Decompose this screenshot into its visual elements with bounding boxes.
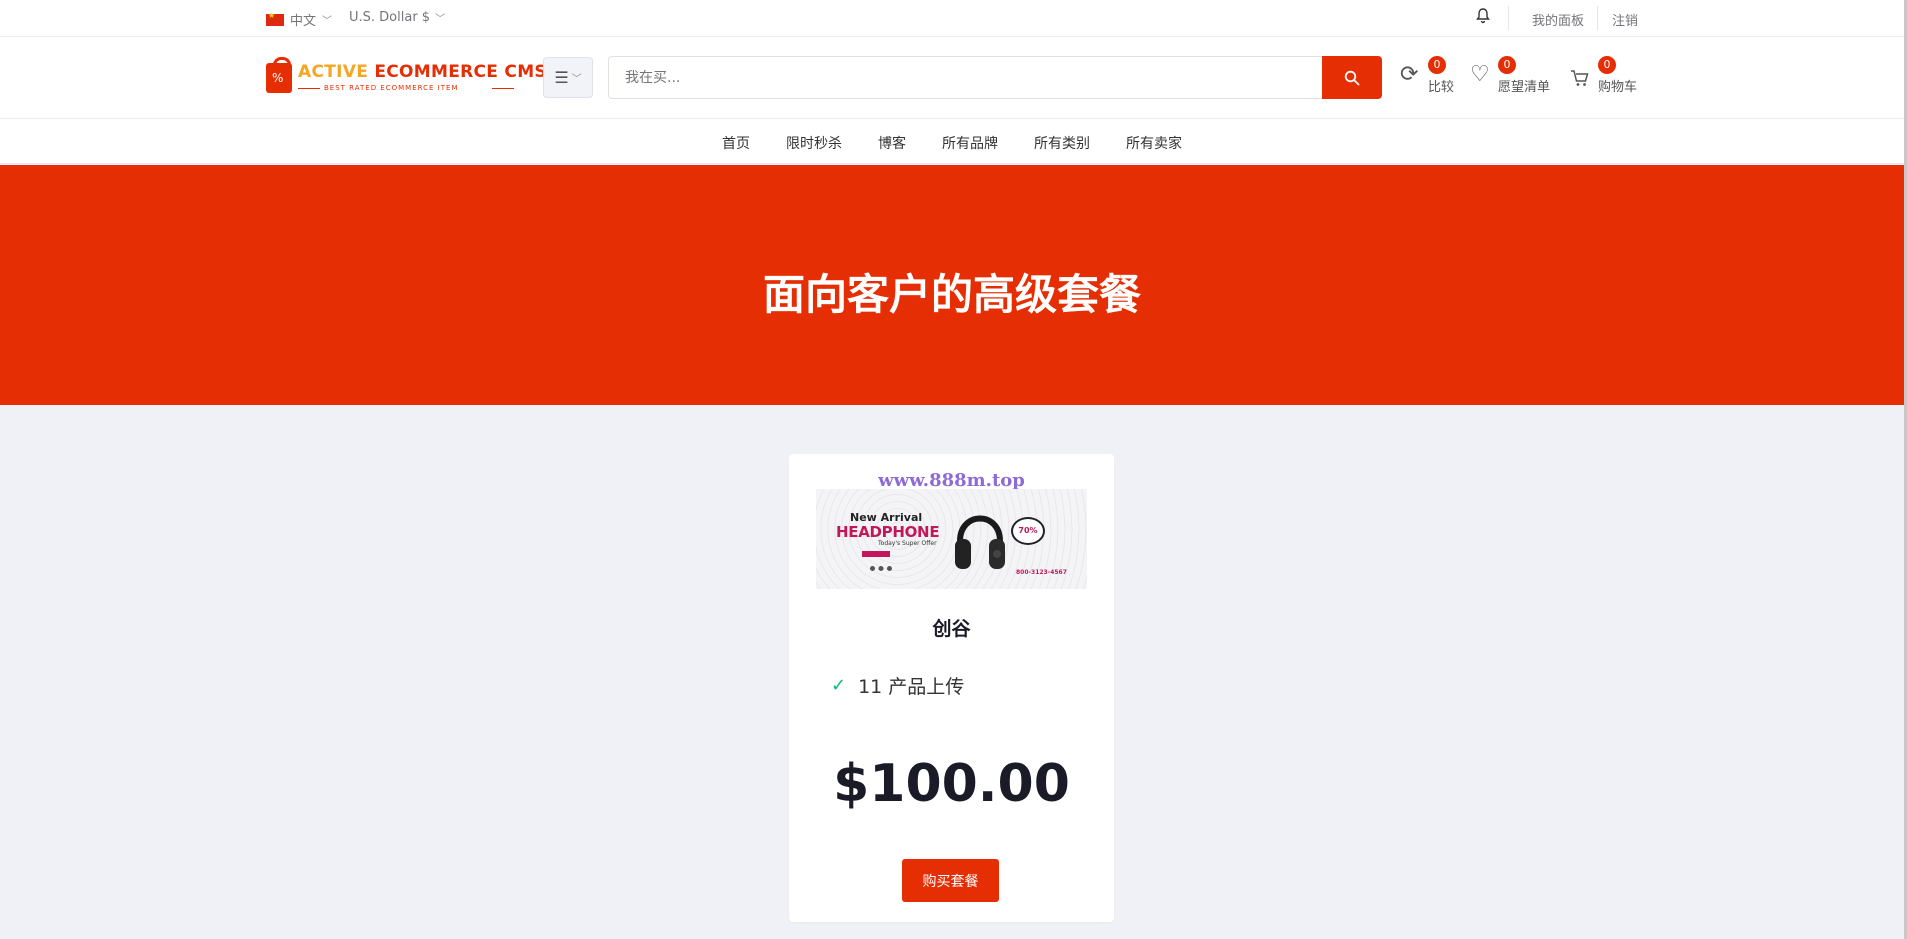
banner-phone: 800-3123-4567 [1016, 569, 1067, 576]
package-price: $100.00 [833, 754, 1070, 814]
page-title: 面向客户的高级套餐 [762, 270, 1141, 319]
hamburger-icon: ☰ [554, 68, 569, 87]
language-label: 中文 [290, 14, 317, 29]
banner-social-icons [870, 566, 892, 571]
chevron-down-icon: ﹀ [571, 74, 582, 85]
package-name: 创谷 [932, 618, 971, 640]
logo-rule [492, 88, 514, 89]
nav-item-all-brands[interactable]: 所有品牌 [942, 133, 998, 153]
main-header: % ACTIVE ECOMMERCE CMS BEST RATED ECOMME… [0, 37, 1904, 119]
nav-item-home[interactable]: 首页 [722, 133, 750, 153]
banner-discount: 70% [1011, 517, 1045, 545]
cart-label: 购物车 [1598, 80, 1638, 95]
heart-icon: ♡ [1470, 62, 1490, 87]
compare-count-badge: 0 [1428, 56, 1446, 74]
refresh-icon: ⟳ [1400, 62, 1419, 87]
package-card: www.888m.top New Arrival HEADPHONE Today… [789, 454, 1114, 922]
category-menu-button[interactable]: ☰ ﹀ [543, 57, 593, 98]
search-icon [1344, 70, 1360, 85]
banner-shop-button [862, 551, 890, 557]
language-selector[interactable]: 中文 ﹀ [266, 10, 332, 29]
logo-title: ACTIVE ECOMMERCE CMS [298, 62, 547, 82]
currency-label: U.S. Dollar $ [349, 10, 431, 25]
logo-tagline: BEST RATED ECOMMERCE ITEM [324, 84, 459, 92]
nav-item-blog[interactable]: 博客 [878, 133, 906, 153]
cart-icon [1570, 62, 1590, 94]
watermark-text: www.888m.top [878, 470, 1025, 491]
currency-selector[interactable]: U.S. Dollar $ ﹀ [349, 10, 445, 25]
check-icon: ✓ [831, 675, 847, 696]
logout-link[interactable]: 注销 [1612, 10, 1638, 29]
search-button[interactable] [1322, 56, 1382, 99]
banner-offer: Today's Super Offer [878, 540, 937, 547]
china-flag-icon [266, 11, 284, 26]
main-nav: 首页 限时秒杀 博客 所有品牌 所有类别 所有卖家 [0, 119, 1904, 164]
feature-text: 11 产品上传 [858, 676, 965, 698]
site-logo[interactable]: % ACTIVE ECOMMERCE CMS BEST RATED ECOMME… [266, 57, 547, 99]
headphone-icon [955, 515, 1005, 569]
package-image: New Arrival HEADPHONE Today's Super Offe… [816, 489, 1087, 589]
banner-headphone: HEADPHONE [836, 523, 940, 541]
wishlist-label: 愿望清单 [1498, 80, 1551, 95]
wishlist-count-badge: 0 [1498, 56, 1516, 74]
search-input[interactable] [608, 56, 1323, 99]
nav-item-all-categories[interactable]: 所有类别 [1034, 133, 1090, 153]
dashboard-link[interactable]: 我的面板 [1532, 10, 1584, 29]
cart-count-badge: 0 [1598, 56, 1616, 74]
top-bar: 中文 ﹀ U.S. Dollar $ ﹀ 我的面板 注销 [0, 0, 1904, 37]
divider [1508, 6, 1509, 30]
hero-banner: 面向客户的高级套餐 [0, 165, 1904, 405]
shopping-bag-icon: % [266, 57, 292, 93]
compare-label: 比较 [1428, 80, 1455, 95]
chevron-down-icon: ﹀ [322, 16, 333, 27]
nav-item-all-sellers[interactable]: 所有卖家 [1126, 133, 1182, 153]
package-feature: ✓ 11 产品上传 [831, 672, 964, 699]
bell-icon[interactable] [1476, 8, 1490, 28]
logo-rule [298, 88, 320, 89]
buy-package-button[interactable]: 购买套餐 [902, 859, 999, 902]
nav-item-flash-sale[interactable]: 限时秒杀 [786, 133, 842, 153]
chevron-down-icon: ﹀ [435, 14, 446, 25]
divider [1597, 6, 1598, 30]
